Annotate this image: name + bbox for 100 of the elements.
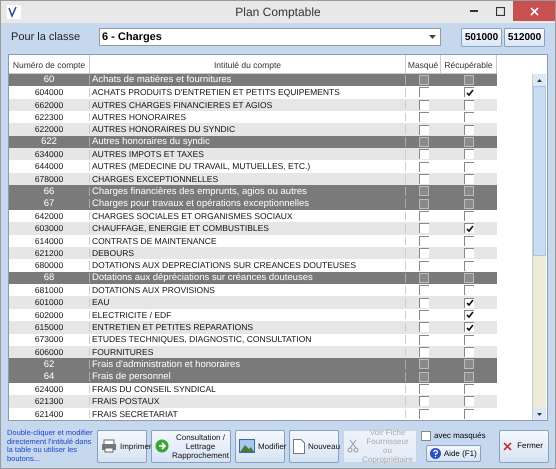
checkbox[interactable]: [418, 100, 428, 110]
account-row[interactable]: 681000 DOTATIONS AUX PROVISIONS: [9, 284, 497, 296]
checkbox[interactable]: [418, 112, 428, 122]
checkbox[interactable]: [418, 272, 428, 283]
checkbox[interactable]: [418, 174, 428, 184]
checkbox[interactable]: [464, 260, 474, 271]
account-shortcut-button[interactable]: 501000: [461, 28, 502, 46]
group-row[interactable]: 66 Charges financières des emprunts, agios ou autres: [9, 185, 497, 198]
checkbox[interactable]: [418, 310, 428, 320]
checkbox[interactable]: [464, 112, 474, 122]
checkbox[interactable]: [464, 87, 474, 98]
account-row[interactable]: 622000 AUTRES HONORAIRES DU SYNDIC: [9, 123, 497, 136]
checkbox[interactable]: [418, 359, 428, 370]
checkbox[interactable]: [464, 248, 474, 258]
checkbox[interactable]: [464, 162, 474, 172]
group-row[interactable]: 68 Dotations aux dépréciations sur créances douteuses: [9, 272, 497, 284]
account-row[interactable]: 615000 ENTRETIEN ET PETITES REPARATIONS: [9, 321, 497, 334]
action-button[interactable]: Nouveau: [289, 430, 339, 462]
checkbox[interactable]: [464, 347, 474, 358]
checkbox[interactable]: [418, 347, 428, 358]
checkbox[interactable]: [464, 322, 474, 332]
checkbox[interactable]: [464, 372, 474, 382]
group-row[interactable]: 62 Frais d'administration et honoraires: [9, 358, 497, 371]
checkbox[interactable]: [464, 211, 474, 222]
checkbox[interactable]: [464, 396, 474, 406]
checkbox[interactable]: [418, 223, 428, 234]
show-hidden-label: avec masqués: [434, 430, 486, 442]
action-button[interactable]: Modifier: [235, 430, 285, 462]
group-row[interactable]: 64 Frais de personnel: [9, 370, 497, 383]
account-row[interactable]: 642000 CHARGES SOCIALES ET ORGANISMES SOCIAUX: [9, 210, 497, 222]
account-row[interactable]: 601000 EAU: [9, 296, 497, 309]
account-row[interactable]: 621400 FRAIS SECRETARIAT: [9, 408, 497, 420]
scrollbar-thumb[interactable]: [533, 86, 546, 256]
account-number: 615000: [9, 323, 90, 332]
checkbox[interactable]: [418, 396, 428, 406]
account-row[interactable]: 621200 DEBOURS: [9, 246, 497, 260]
checkbox[interactable]: [418, 285, 428, 296]
help-button[interactable]: Aide (F1): [426, 445, 481, 462]
account-row[interactable]: 624000 FRAIS DU CONSEIL SYNDICAL: [9, 382, 497, 396]
scrollbar[interactable]: [532, 74, 546, 420]
checkbox[interactable]: [464, 124, 474, 135]
column-header[interactable]: Récupérable: [441, 55, 497, 73]
checkbox[interactable]: [464, 310, 474, 320]
checkbox[interactable]: [464, 359, 474, 370]
account-row[interactable]: 673000 ETUDES TECHNIQUES, DIAGNOSTIC, CONSULTATION: [9, 334, 497, 346]
checkbox[interactable]: [464, 285, 474, 296]
checkbox[interactable]: [418, 211, 428, 222]
scroll-up-icon: [537, 78, 542, 82]
action-button[interactable]: Consultation / Lettrage Rapprochement: [151, 430, 231, 462]
account-label: AUTRES HONORAIRES DU SYNDIC: [90, 125, 406, 134]
account-row[interactable]: 622300 AUTRES HONORAIRES: [9, 111, 497, 124]
account-row[interactable]: 614000 CONTRATS DE MAINTENANCE: [9, 234, 497, 247]
checkbox[interactable]: [464, 408, 474, 419]
checkbox[interactable]: [418, 75, 428, 86]
column-header[interactable]: Intitulé du compte: [90, 55, 406, 73]
checkbox[interactable]: [464, 334, 474, 345]
checkbox[interactable]: [418, 372, 428, 382]
checkbox[interactable]: [418, 384, 428, 394]
account-row[interactable]: 662000 AUTRES CHARGES FINANCIERES ET AGIOS: [9, 98, 497, 112]
checkbox[interactable]: [464, 298, 474, 308]
checkbox[interactable]: [464, 223, 474, 234]
account-row[interactable]: 678000 CHARGES EXCEPTIONNELLES: [9, 172, 497, 186]
checkbox[interactable]: [418, 260, 428, 271]
close-button[interactable]: [513, 1, 555, 21]
class-select[interactable]: 6 - Charges: [99, 28, 441, 46]
account-row[interactable]: 603000 CHAUFFAGE, ENERGIE ET COMBUSTIBLES: [9, 222, 497, 235]
column-header[interactable]: Numéro de compte: [9, 55, 90, 73]
checkbox[interactable]: [418, 298, 428, 308]
checkbox[interactable]: [418, 149, 428, 160]
checkbox[interactable]: [418, 87, 428, 98]
checkbox[interactable]: [418, 198, 428, 209]
group-row[interactable]: 67 Charges pour travaux et opérations exceptionnelles: [9, 198, 497, 210]
checkbox[interactable]: [464, 198, 474, 209]
account-row[interactable]: 621300 FRAIS POSTAUX: [9, 395, 497, 408]
checkbox[interactable]: [421, 431, 431, 441]
checkbox[interactable]: [464, 174, 474, 184]
checkbox[interactable]: [464, 136, 474, 147]
account-shortcut-button[interactable]: 512000: [504, 28, 545, 46]
checkbox[interactable]: [464, 384, 474, 394]
checkbox[interactable]: [418, 334, 428, 345]
checkbox[interactable]: [464, 75, 474, 86]
checkbox[interactable]: [418, 248, 428, 258]
checkbox[interactable]: [418, 236, 428, 246]
checkbox[interactable]: [418, 136, 428, 147]
checkbox[interactable]: [464, 236, 474, 246]
checkbox[interactable]: [464, 272, 474, 283]
account-row[interactable]: 634000 AUTRES IMPOTS ET TAXES: [9, 148, 497, 160]
group-row[interactable]: 622 Autres honoraires du syndic: [9, 136, 497, 148]
checkbox[interactable]: [418, 162, 428, 172]
checkbox[interactable]: [418, 322, 428, 332]
checkbox[interactable]: [418, 408, 428, 419]
checkbox[interactable]: [418, 186, 428, 196]
group-row[interactable]: 60 Achats de matières et fournitures: [9, 74, 497, 86]
close-window-button[interactable]: Fermer: [499, 430, 549, 462]
column-header[interactable]: Masqué: [406, 55, 441, 73]
account-row[interactable]: 606000 FOURNITURES: [9, 346, 497, 358]
checkbox[interactable]: [418, 124, 428, 135]
checkbox[interactable]: [464, 149, 474, 160]
checkbox[interactable]: [464, 100, 474, 110]
checkbox[interactable]: [464, 186, 474, 196]
